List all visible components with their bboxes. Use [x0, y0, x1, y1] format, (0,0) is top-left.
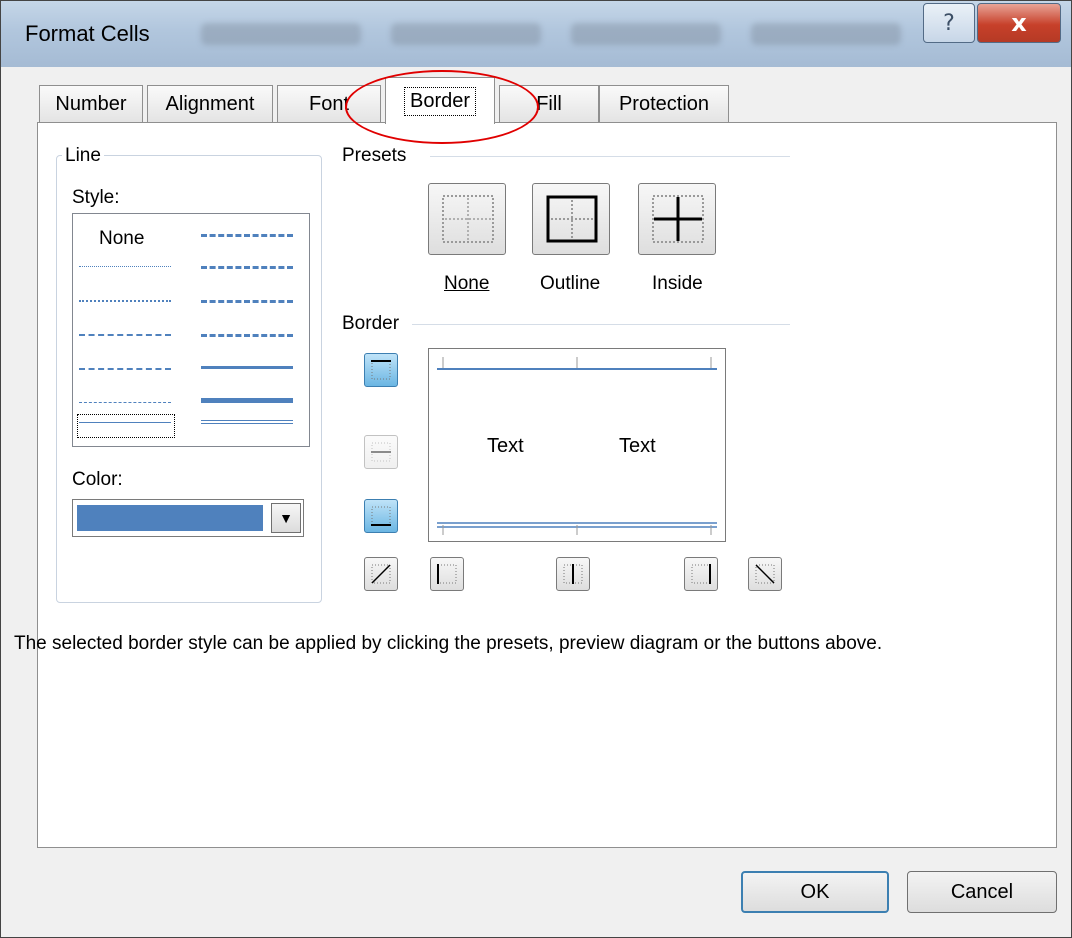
border-diagonal-down-button[interactable]: [748, 557, 782, 591]
preset-none-button[interactable]: [428, 183, 506, 255]
format-cells-dialog: Format Cells ? x Number Alignment Font B…: [0, 0, 1072, 938]
cancel-button[interactable]: Cancel: [907, 871, 1057, 913]
window-title: Format Cells: [25, 21, 150, 46]
blurred-background: [391, 23, 541, 45]
line-style-double[interactable]: [201, 420, 293, 424]
border-separator: [412, 324, 790, 325]
preset-none-label: None: [444, 273, 490, 294]
border-bottom-icon: [371, 506, 391, 526]
border-left-icon: [437, 564, 457, 584]
line-style-thick[interactable]: [201, 398, 293, 403]
border-bottom-button[interactable]: [364, 499, 398, 533]
preview-text-left: Text: [487, 435, 524, 457]
ok-button[interactable]: OK: [741, 871, 889, 913]
line-style-medium-dashed[interactable]: [201, 334, 293, 337]
style-label: Style:: [72, 187, 120, 208]
border-diagonal-up-button[interactable]: [364, 557, 398, 591]
preview-text-right: Text: [619, 435, 656, 457]
preset-outline-label: Outline: [540, 273, 601, 294]
line-style-dash-dot[interactable]: [79, 368, 171, 370]
help-icon: ?: [943, 10, 955, 36]
preset-none-icon: [442, 195, 494, 243]
color-dropdown[interactable]: ▼: [72, 499, 304, 537]
presets-separator: [430, 156, 790, 157]
border-tab-panel: Line Style: None Color: ▼ Presets None O…: [14, 122, 1057, 848]
title-bar[interactable]: Format Cells ? x: [1, 1, 1071, 67]
diagonal-down-icon: [755, 564, 775, 584]
preset-outline-icon: [546, 195, 598, 243]
close-icon: x: [1011, 9, 1027, 37]
tab-alignment[interactable]: Alignment: [147, 85, 273, 123]
line-style-list[interactable]: None: [72, 213, 310, 447]
line-style-slanted-dash-dot[interactable]: [201, 266, 293, 269]
line-style-dotted[interactable]: [79, 300, 171, 302]
border-inside-vertical-icon: [563, 564, 583, 584]
preset-outline-button[interactable]: [532, 183, 610, 255]
tab-fill[interactable]: Fill: [499, 85, 599, 123]
line-style-medium-dash-dot-dot[interactable]: [201, 234, 293, 237]
preset-inside-label: Inside: [652, 273, 703, 294]
chevron-down-icon[interactable]: ▼: [271, 503, 301, 533]
line-style-dashed[interactable]: [79, 402, 171, 403]
border-left-button[interactable]: [430, 557, 464, 591]
preset-inside-button[interactable]: [638, 183, 716, 255]
line-style-medium-dash-dot[interactable]: [201, 300, 293, 303]
line-style-dash-dot-dot[interactable]: [79, 334, 171, 336]
border-preview-lines: [437, 357, 717, 535]
line-style-selected: [77, 414, 175, 438]
tab-border[interactable]: Border: [385, 77, 495, 124]
border-middle-horizontal-button[interactable]: [364, 435, 398, 469]
blurred-background: [201, 23, 361, 45]
tab-font[interactable]: Font: [277, 85, 381, 123]
border-top-icon: [371, 360, 391, 380]
border-top-button[interactable]: [364, 353, 398, 387]
color-label: Color:: [72, 469, 123, 490]
border-middle-vertical-button[interactable]: [556, 557, 590, 591]
border-inside-horizontal-icon: [371, 442, 391, 462]
close-button[interactable]: x: [977, 3, 1061, 43]
help-button[interactable]: ?: [923, 3, 975, 43]
preset-inside-icon: [652, 195, 704, 243]
line-style-none[interactable]: None: [99, 228, 144, 250]
blurred-background: [571, 23, 721, 45]
instruction-text: The selected border style can be applied…: [14, 633, 883, 654]
border-label: Border: [342, 313, 400, 334]
border-right-icon: [691, 564, 711, 584]
line-group-label: Line: [62, 145, 104, 167]
border-preview-diagram[interactable]: Text Text: [428, 348, 726, 542]
border-right-button[interactable]: [684, 557, 718, 591]
tab-number[interactable]: Number: [39, 85, 143, 123]
line-style-hair[interactable]: [79, 266, 171, 267]
color-swatch: [77, 505, 263, 531]
blurred-background: [751, 23, 901, 45]
line-style-medium[interactable]: [201, 366, 293, 369]
tab-protection[interactable]: Protection: [599, 85, 729, 123]
diagonal-up-icon: [371, 564, 391, 584]
presets-label: Presets: [342, 145, 407, 166]
